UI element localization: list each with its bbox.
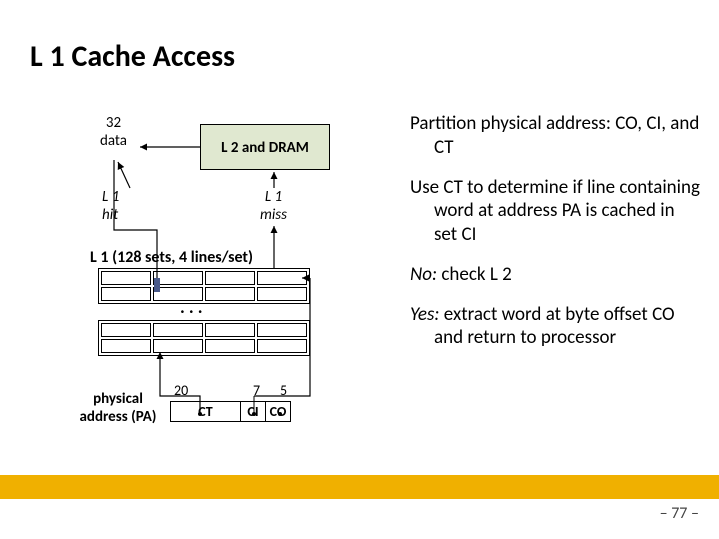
cache-set-bottom bbox=[98, 320, 310, 356]
bullet-no-rest: check L 2 bbox=[437, 263, 512, 286]
cache-diagram: 32 data L 2 and DRAM L 1 hit L 1 miss L … bbox=[30, 100, 410, 480]
l1-hit-bottom: hit bbox=[102, 206, 119, 224]
l1-hit-top: L 1 bbox=[102, 188, 119, 206]
bullet-no-prefix: No: bbox=[410, 263, 437, 286]
l2-dram-box: L 2 and DRAM bbox=[200, 124, 330, 170]
bullet-no: No: check L 2 bbox=[410, 263, 700, 287]
page-title: L 1 Cache Access bbox=[30, 38, 235, 75]
pa-field-cells: CT CI CO bbox=[170, 401, 291, 422]
bullet-partition: Partition physical address: CO, CI, and … bbox=[410, 112, 700, 160]
co-bits: 5 bbox=[271, 382, 296, 399]
cache-set-top bbox=[98, 268, 310, 304]
bullet-yes-prefix: Yes: bbox=[410, 303, 439, 326]
bullet-yes-rest: extract word at byte offset CO and retur… bbox=[434, 303, 675, 350]
l1-hit-label: L 1 hit bbox=[102, 188, 119, 224]
page-number: – 77 – bbox=[660, 504, 699, 523]
explanation-text: Partition physical address: CO, CI, and … bbox=[410, 112, 700, 366]
ct-bits: 20 bbox=[172, 382, 242, 399]
ci-field: CI bbox=[241, 402, 266, 422]
selected-byte-marker bbox=[154, 278, 160, 292]
data-width-value: 32 bbox=[100, 114, 127, 132]
l1-cache-label: L 1 (128 sets, 4 lines/set) bbox=[90, 248, 253, 267]
data-width-label: 32 data bbox=[100, 114, 127, 150]
l1-miss-top: L 1 bbox=[260, 188, 287, 206]
bullet-yes: Yes: extract word at byte offset CO and … bbox=[410, 303, 700, 351]
l1-miss-label: L 1 miss bbox=[260, 188, 287, 224]
pa-label-bottom: address (PA) bbox=[78, 408, 158, 426]
ct-field: CT bbox=[171, 402, 241, 422]
physical-address-label: physical address (PA) bbox=[78, 390, 158, 426]
ellipsis: . . . bbox=[180, 296, 203, 318]
pa-bit-widths: 20 7 5 bbox=[170, 380, 298, 401]
physical-address-fields: 20 7 5 CT CI CO bbox=[170, 380, 298, 422]
data-width-text: data bbox=[100, 132, 127, 150]
l1-miss-bottom: miss bbox=[260, 206, 287, 224]
footer-bar bbox=[0, 475, 719, 499]
bullet-use-ct: Use CT to determine if line containing w… bbox=[410, 176, 700, 247]
co-field: CO bbox=[266, 402, 291, 422]
pa-label-top: physical bbox=[78, 390, 158, 408]
ci-bits: 7 bbox=[244, 382, 269, 399]
